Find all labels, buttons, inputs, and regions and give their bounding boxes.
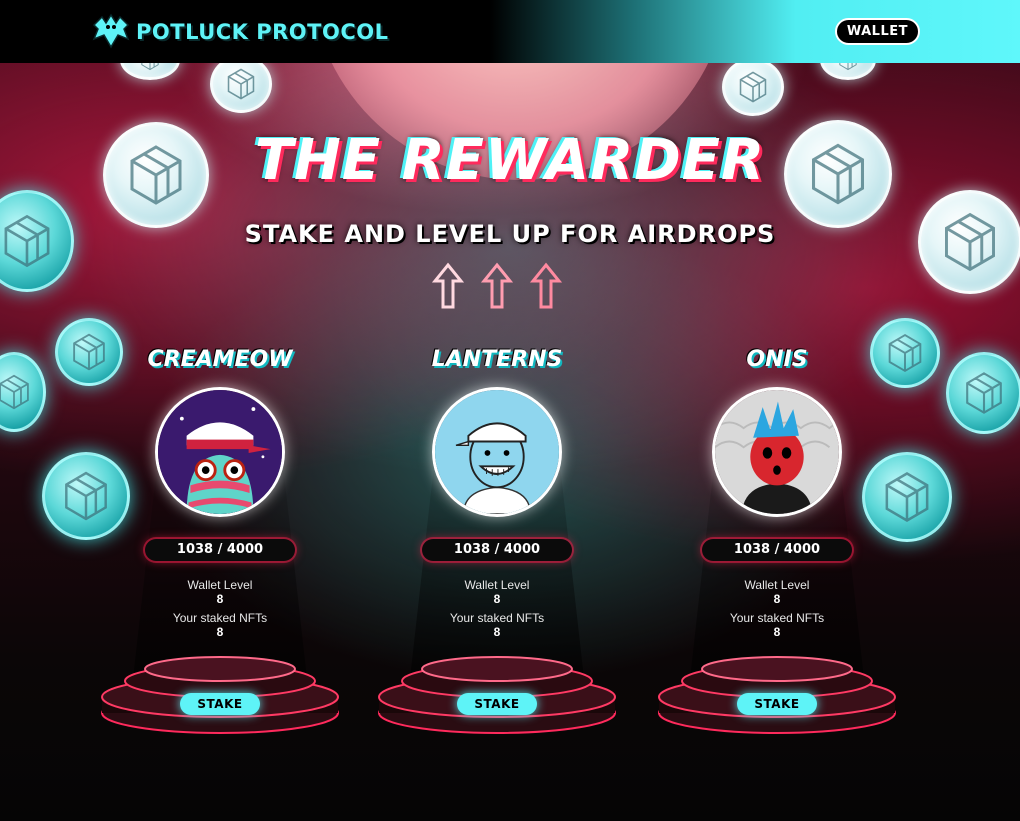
collection-name: CREAMEOW	[147, 347, 293, 372]
page-title: THE REWARDER	[254, 128, 766, 193]
pedestal	[378, 656, 616, 734]
hexagon-glyph-icon	[739, 71, 767, 103]
logo[interactable]: POTLUCK PROTOCOL	[90, 11, 388, 53]
creameow-avatar	[155, 387, 285, 517]
token-coin-icon	[946, 352, 1020, 434]
stake-counter: 1038 / 4000	[145, 539, 295, 561]
collection-name: LANTERNS	[431, 347, 563, 372]
hexagon-glyph-icon	[966, 372, 1002, 414]
wallet-button[interactable]: WALLET	[834, 18, 920, 45]
logo-text: POTLUCK PROTOCOL	[136, 19, 389, 44]
staked-nfts-label: Your staked NFTs	[729, 611, 825, 625]
up-arrow-icon	[530, 262, 562, 309]
lanterns-avatar	[432, 387, 562, 517]
top-nav: POTLUCK PROTOCOL WALLET	[0, 0, 1020, 63]
hexagon-glyph-icon	[0, 374, 29, 410]
stake-counter: 1038 / 4000	[422, 539, 572, 561]
pedestal	[658, 656, 896, 734]
token-coin-icon	[0, 352, 46, 432]
staked-nfts-value: 8	[216, 625, 224, 639]
stake-button[interactable]: STAKE	[737, 693, 817, 715]
up-arrow-icon	[432, 262, 464, 309]
stake-counter: 1038 / 4000	[702, 539, 852, 561]
token-coin-icon	[722, 58, 784, 116]
collection-name: ONIS	[746, 347, 808, 372]
bat-logo-icon	[92, 13, 130, 48]
cat-avatar-icon	[158, 390, 282, 514]
lantern-avatar-icon	[435, 390, 559, 514]
staked-nfts-value: 8	[493, 625, 501, 639]
hexagon-glyph-icon	[227, 68, 255, 100]
staked-nfts-label: Your staked NFTs	[449, 611, 545, 625]
stake-button[interactable]: STAKE	[180, 693, 260, 715]
token-coin-icon	[210, 55, 272, 113]
staking-card-onis: ONIS 1038 / 4000 Wallet Level 8 Your sta…	[657, 345, 897, 745]
stake-button[interactable]: STAKE	[457, 693, 537, 715]
staked-nfts-value: 8	[773, 625, 781, 639]
staked-nfts-label: Your staked NFTs	[172, 611, 268, 625]
wallet-level-label: Wallet Level	[464, 578, 530, 592]
wallet-level-label: Wallet Level	[187, 578, 253, 592]
level-up-arrows	[432, 262, 562, 310]
wallet-level-value: 8	[216, 592, 224, 606]
staking-card-lanterns: LANTERNS 1038 / 4000 Wallet Level 8 Your…	[377, 345, 617, 745]
oni-avatar-icon	[715, 390, 839, 514]
pedestal	[101, 656, 339, 734]
up-arrow-icon	[481, 262, 513, 309]
onis-avatar	[712, 387, 842, 517]
wallet-level-value: 8	[773, 592, 781, 606]
wallet-level-label: Wallet Level	[744, 578, 810, 592]
wallet-level-value: 8	[493, 592, 501, 606]
page-subtitle: STAKE AND LEVEL UP FOR AIRDROPS	[244, 220, 776, 248]
staking-card-creameow: CREAMEOW 1038 / 4000 Wallet Level 8 Your…	[100, 345, 340, 745]
